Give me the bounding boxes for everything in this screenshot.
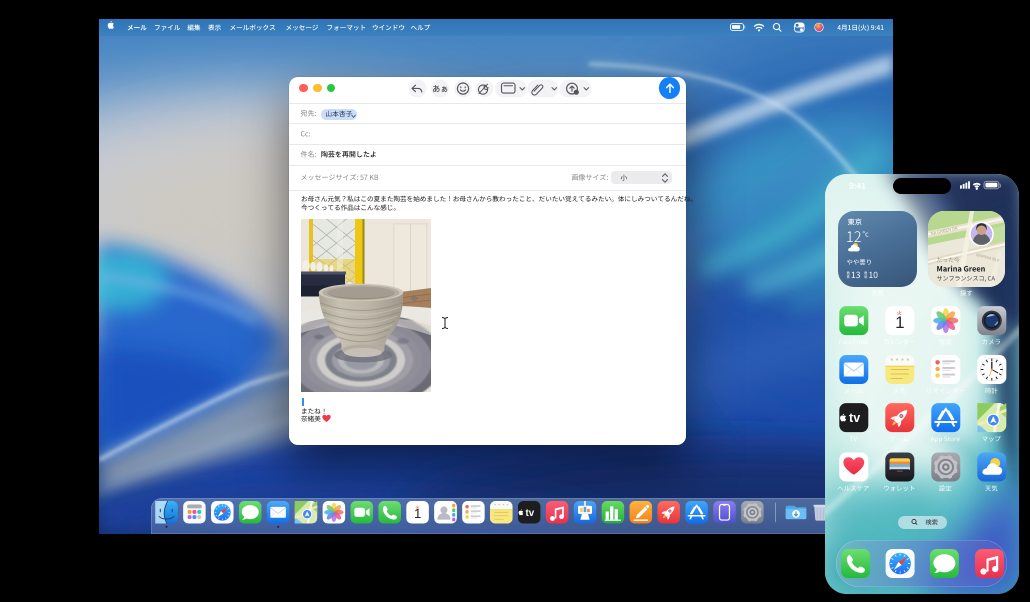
svg-text:1: 1	[414, 506, 421, 521]
svg-text:1: 1	[895, 313, 904, 332]
svg-text:tv: tv	[526, 508, 535, 519]
svg-text:tv: tv	[849, 411, 860, 425]
